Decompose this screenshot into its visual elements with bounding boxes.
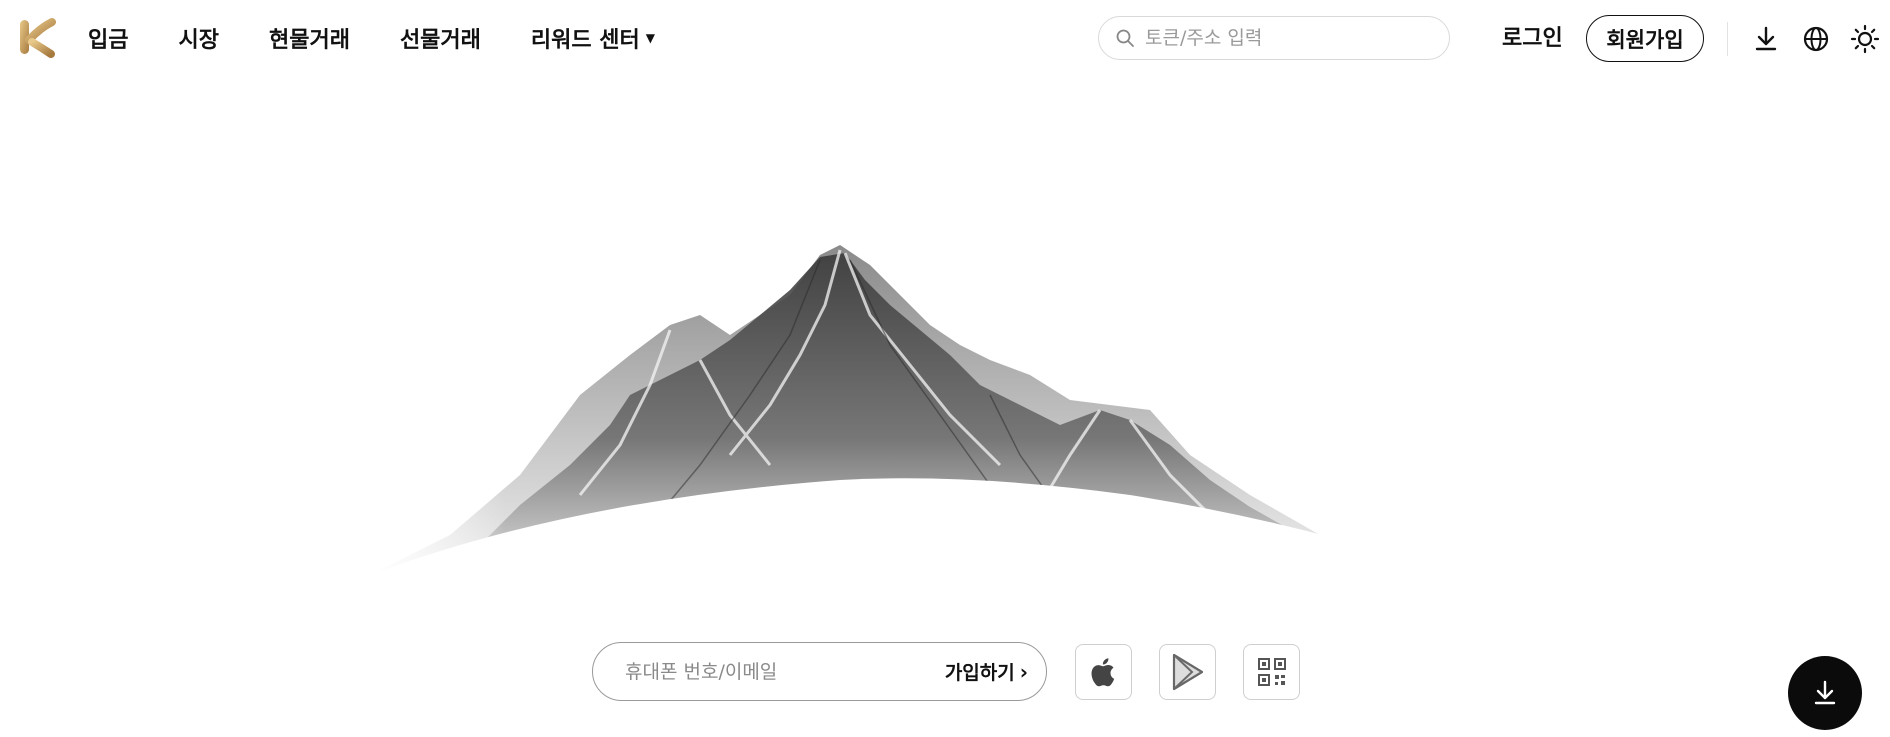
nav-item-spot-trading[interactable]: 현물거래	[269, 22, 350, 54]
google-play-icon	[1172, 653, 1203, 691]
app-store-button[interactable]	[1075, 644, 1132, 700]
sun-icon[interactable]	[1850, 24, 1880, 54]
phone-email-input[interactable]	[625, 660, 915, 683]
google-play-button[interactable]	[1159, 644, 1216, 700]
header: 입금 시장 현물거래 선물거래 리워드 센터 ▼ 로그인 회원가입	[0, 0, 1890, 76]
login-link[interactable]: 로그인	[1502, 20, 1563, 52]
apple-icon	[1091, 658, 1114, 687]
nav-item-label: 현물거래	[268, 28, 350, 53]
nav-item-label: 선물거래	[399, 28, 481, 53]
nav-item-market[interactable]: 시장	[178, 22, 218, 54]
nav-item-futures-trading[interactable]: 선물거래	[400, 22, 481, 54]
nav-item-deposit[interactable]: 입금	[88, 22, 128, 54]
nav-item-label: 입금	[88, 28, 129, 53]
cta-row: 가입하기 ›	[0, 642, 1890, 702]
logo-icon[interactable]	[18, 18, 56, 58]
search-input[interactable]	[1145, 27, 1435, 49]
hero-mountain-illustration	[370, 245, 1500, 605]
nav-item-rewards-center[interactable]: 리워드 센터 ▼	[531, 22, 655, 54]
download-icon	[1814, 680, 1836, 705]
caret-down-icon: ▼	[645, 31, 656, 45]
search-icon	[1116, 29, 1134, 47]
signup-button[interactable]: 회원가입	[1586, 15, 1704, 62]
signup-cta-label: 가입하기	[944, 662, 1015, 684]
download-icon[interactable]	[1751, 24, 1781, 54]
chevron-right-icon: ›	[1019, 659, 1028, 684]
qr-code-button[interactable]	[1243, 644, 1300, 700]
signup-cta-button[interactable]: 가입하기 ›	[945, 658, 1028, 685]
search-box[interactable]	[1098, 16, 1450, 60]
signup-form: 가입하기 ›	[592, 642, 1047, 701]
qr-code-icon	[1257, 658, 1286, 686]
main-nav: 입금 시장 현물거래 선물거래 리워드 센터 ▼	[88, 0, 705, 76]
download-fab-button[interactable]	[1788, 656, 1862, 730]
nav-item-label: 리워드 센터	[530, 28, 640, 53]
nav-item-label: 시장	[178, 28, 219, 53]
header-divider	[1727, 22, 1728, 56]
globe-icon[interactable]	[1801, 24, 1831, 54]
